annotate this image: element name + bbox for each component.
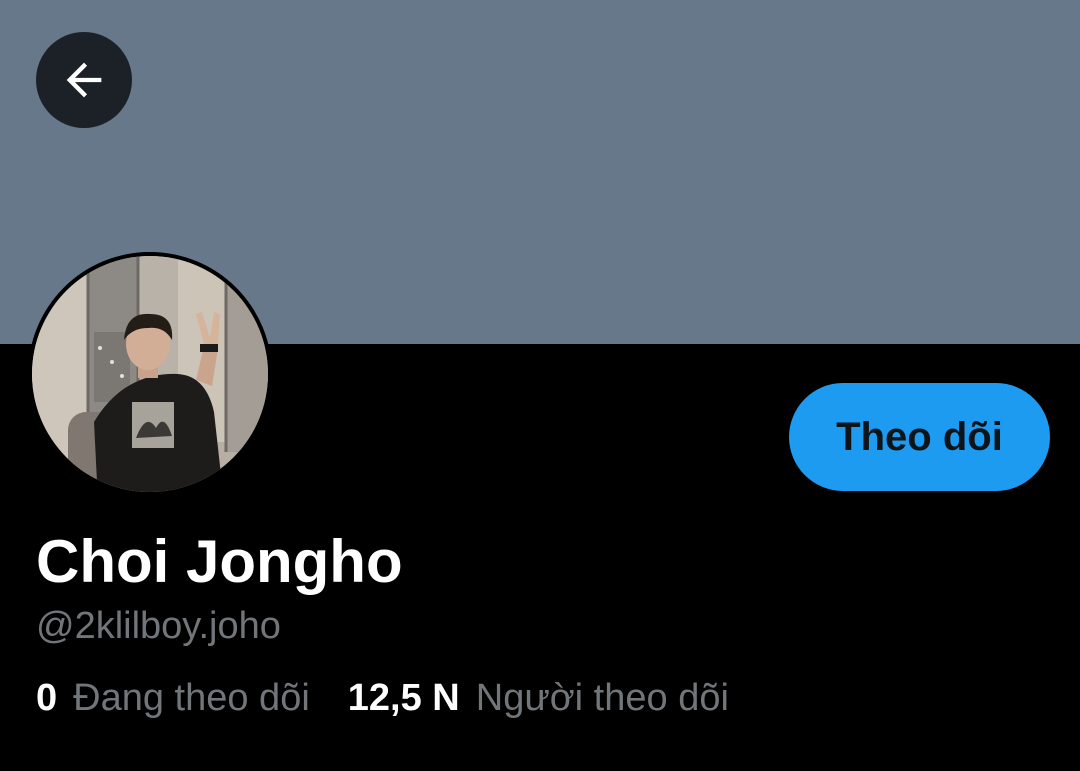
following-count: 0 xyxy=(36,677,58,719)
profile-page: Theo dõi Choi Jongho @2klilboy.joho 0 Đa… xyxy=(0,0,1080,771)
followers-stat[interactable]: 12,5 N Người theo dõi xyxy=(348,672,729,724)
following-label: Đang theo dõi xyxy=(73,677,310,719)
followers-count: 12,5 N xyxy=(347,677,460,719)
back-button[interactable] xyxy=(36,32,132,128)
followers-label: Người theo dõi xyxy=(475,677,729,719)
username-handle: @2klilboy.joho xyxy=(36,605,281,647)
display-name: Choi Jongho xyxy=(36,528,403,595)
profile-stats: 0 Đang theo dõi 12,5 N Người theo dõi xyxy=(36,672,729,724)
following-stat[interactable]: 0 Đang theo dõi xyxy=(36,672,310,724)
follow-button[interactable]: Theo dõi xyxy=(789,383,1050,491)
avatar[interactable] xyxy=(28,252,272,496)
arrow-left-icon xyxy=(58,54,110,106)
